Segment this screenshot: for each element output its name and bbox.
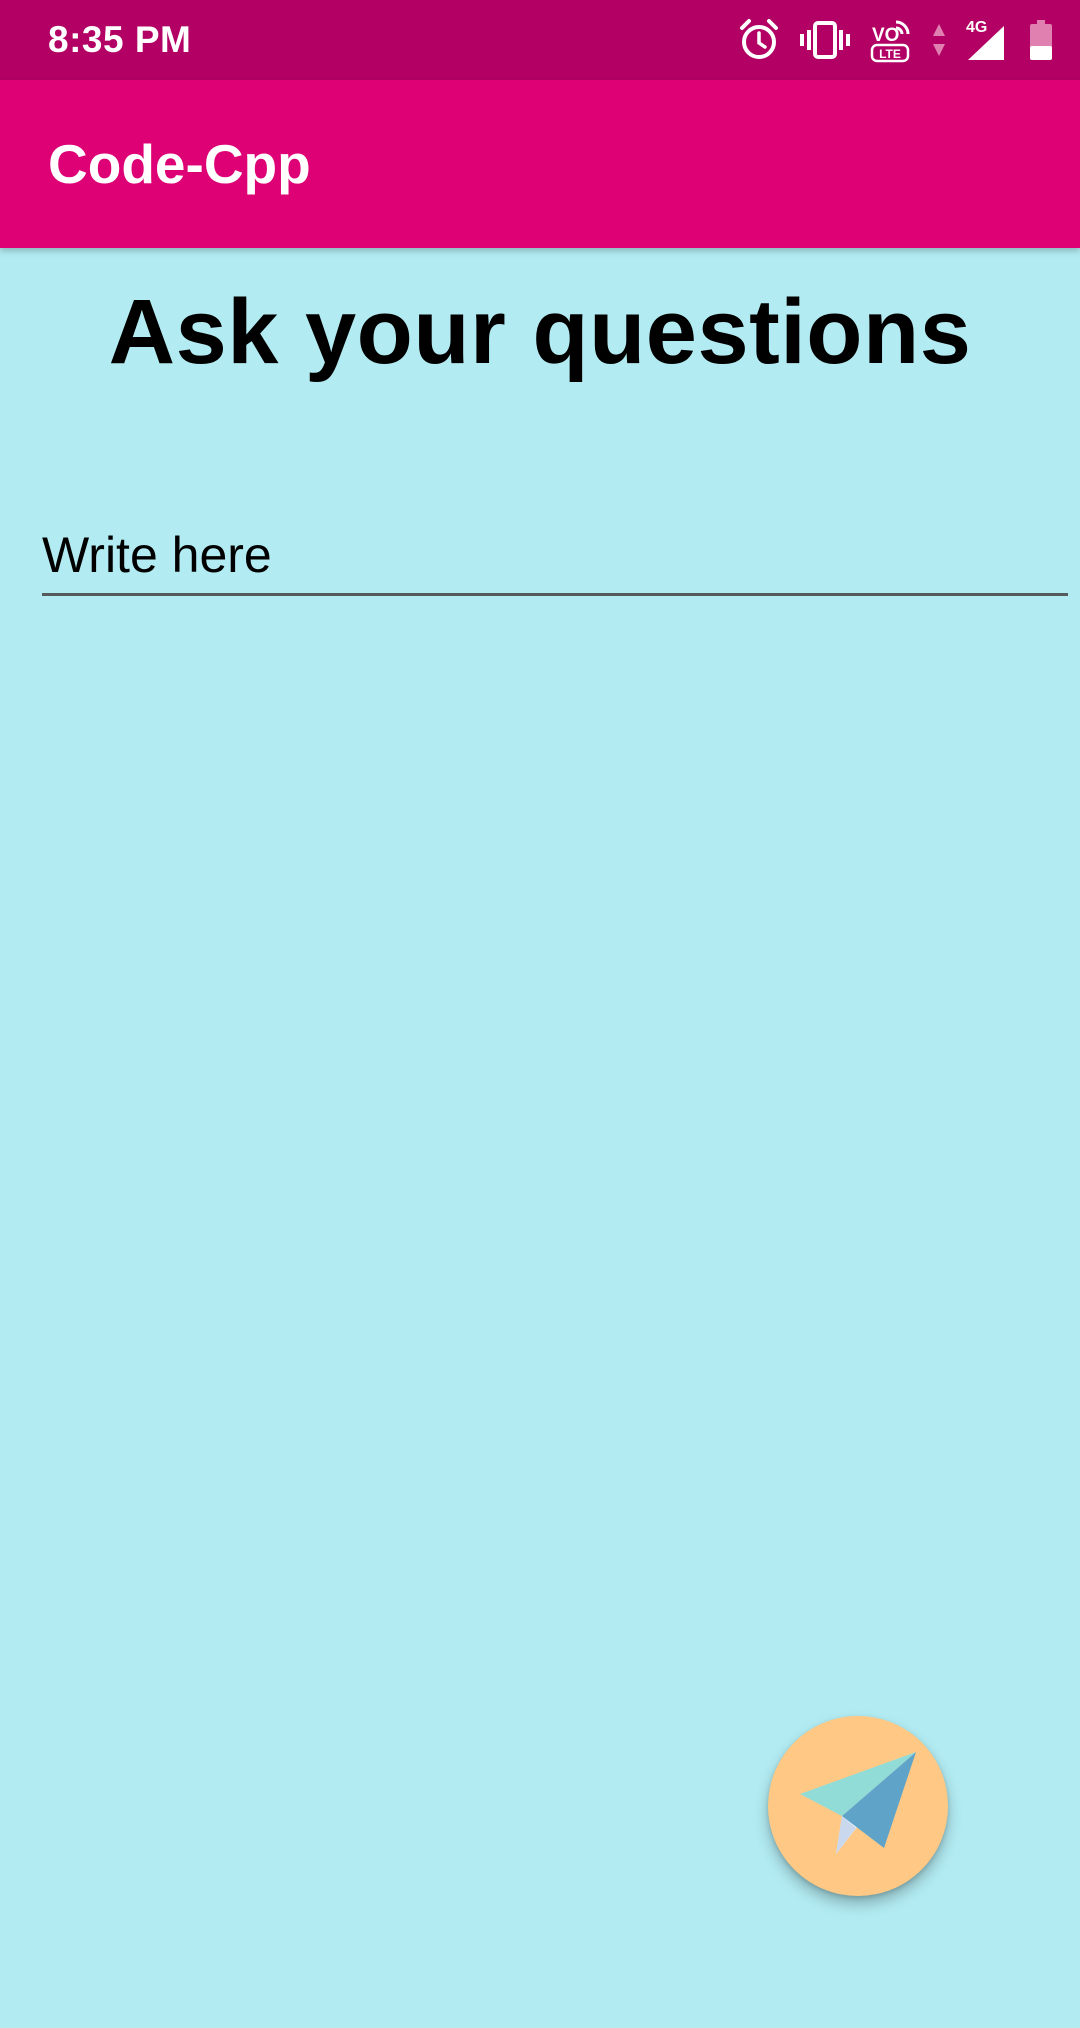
page-heading: Ask your questions [108,281,972,383]
battery-icon [1030,20,1052,60]
alarm-icon [738,18,780,62]
paper-plane-icon [796,1748,920,1865]
lte-label: LTE [879,47,901,61]
status-bar: 8:35 PM VO LTE 4G [0,0,1080,80]
network-type: 4G [966,19,987,36]
status-time: 8:35 PM [48,19,192,60]
volte-label: VO [872,25,899,46]
signal-icon: 4G [966,18,1010,62]
app-title: Code-Cpp [48,133,311,195]
send-button[interactable] [768,1716,948,1896]
volte-icon: VO LTE [870,17,912,63]
vibrate-icon [800,20,850,60]
status-icons: VO LTE 4G [738,17,1052,63]
question-input[interactable] [42,516,1068,596]
data-arrows-icon [932,22,946,58]
app-bar: Code-Cpp [0,80,1080,248]
